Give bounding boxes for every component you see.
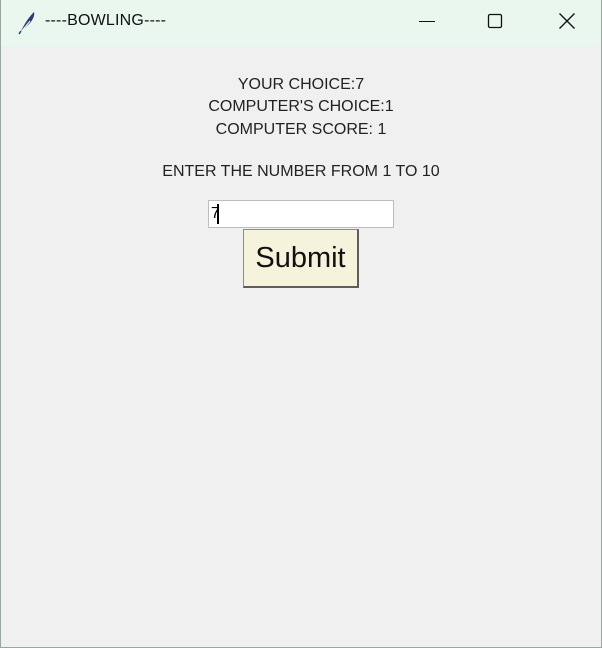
- title-bar[interactable]: ----BOWLING----: [1, 0, 601, 46]
- number-input[interactable]: [208, 200, 394, 228]
- game-panel: YOUR CHOICE:7 COMPUTER'S CHOICE:1 COMPUT…: [1, 46, 601, 648]
- close-icon: [558, 12, 576, 34]
- submit-button[interactable]: Submit: [243, 229, 359, 288]
- minimize-button[interactable]: [393, 0, 461, 46]
- number-prompt-label: ENTER THE NUMBER FROM 1 TO 10: [162, 163, 440, 180]
- window-title: ----BOWLING----: [45, 12, 167, 29]
- app-window: ----BOWLING---- YOUR CHOICE:7 COMPUTER'S…: [0, 0, 602, 648]
- feather-icon: [15, 9, 39, 35]
- maximize-button[interactable]: [461, 0, 529, 46]
- computer-choice-label: COMPUTER'S CHOICE:1: [208, 98, 394, 115]
- computer-score-label: COMPUTER SCORE: 1: [215, 121, 387, 138]
- your-choice-label: YOUR CHOICE:7: [237, 76, 365, 93]
- text-cursor: [217, 204, 219, 224]
- maximize-icon: [486, 12, 504, 34]
- minimize-icon: [418, 12, 436, 34]
- close-button[interactable]: [533, 0, 601, 46]
